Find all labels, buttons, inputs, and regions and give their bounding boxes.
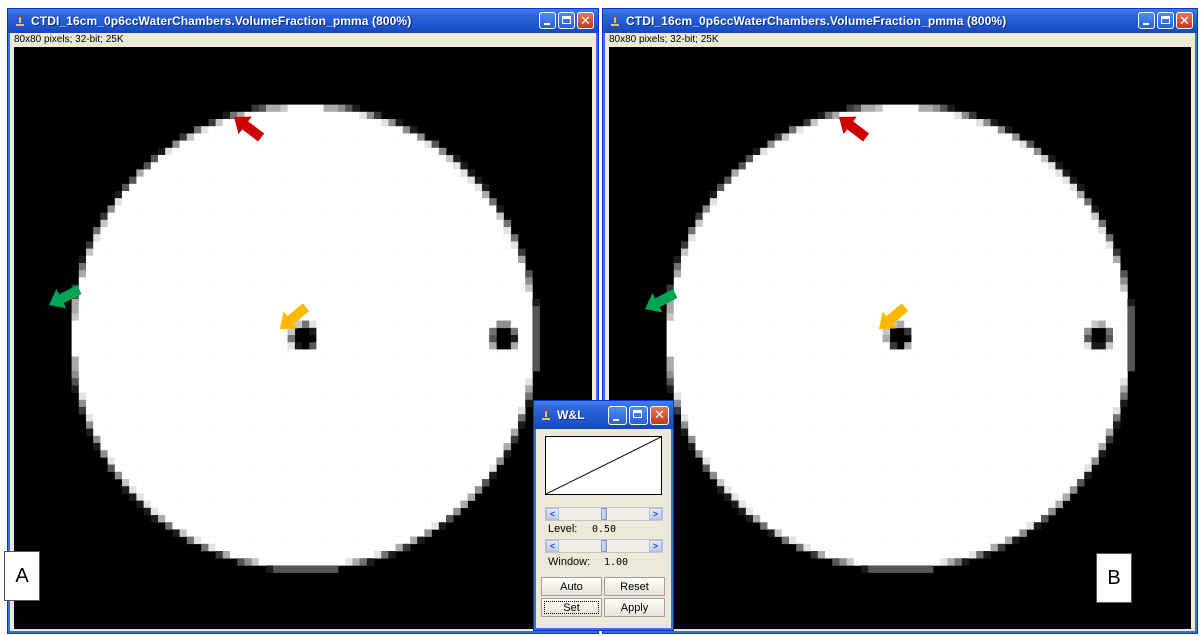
window-title: CTDI_16cm_0p6ccWaterChambers.VolumeFract… bbox=[626, 14, 1007, 28]
title-bar[interactable]: CTDI_16cm_0p6ccWaterChambers.VolumeFract… bbox=[8, 9, 598, 33]
chevron-right-icon[interactable]: > bbox=[649, 508, 662, 520]
panel-label-b: B bbox=[1096, 553, 1132, 603]
minimize-icon[interactable] bbox=[539, 12, 556, 29]
image-info: 80x80 pixels; 32-bit; 25K bbox=[609, 34, 719, 45]
chevron-right-icon[interactable]: > bbox=[649, 540, 662, 552]
reset-button[interactable]: Reset bbox=[604, 577, 665, 596]
level-label: Level: bbox=[548, 523, 578, 535]
window-label: Window: bbox=[548, 556, 591, 568]
phantom-image bbox=[49, 104, 540, 573]
title-bar[interactable]: W&L ✕ bbox=[534, 401, 673, 429]
maximize-icon[interactable] bbox=[629, 406, 648, 425]
close-icon[interactable]: ✕ bbox=[650, 406, 669, 425]
chevron-left-icon[interactable]: < bbox=[546, 508, 559, 520]
imagej-microscope-icon bbox=[12, 13, 28, 29]
window-title: CTDI_16cm_0p6ccWaterChambers.VolumeFract… bbox=[31, 14, 412, 28]
phantom-image bbox=[645, 104, 1135, 573]
panel-label-a: A bbox=[4, 551, 40, 601]
window-slider-thumb[interactable] bbox=[601, 540, 607, 552]
image-canvas[interactable] bbox=[14, 47, 592, 629]
maximize-icon[interactable] bbox=[1157, 12, 1174, 29]
auto-button[interactable]: Auto bbox=[541, 577, 602, 596]
imagej-microscope-icon bbox=[538, 407, 554, 423]
chevron-left-icon[interactable]: < bbox=[546, 540, 559, 552]
level-slider[interactable]: < > bbox=[545, 507, 663, 521]
image-canvas[interactable] bbox=[609, 47, 1191, 629]
level-slider-thumb[interactable] bbox=[601, 508, 607, 520]
level-slider-track[interactable] bbox=[559, 508, 649, 520]
dialog-title: W&L bbox=[557, 408, 585, 422]
maximize-icon[interactable] bbox=[558, 12, 575, 29]
close-icon[interactable]: ✕ bbox=[577, 12, 594, 29]
set-button[interactable]: Set bbox=[541, 598, 602, 617]
transfer-function-plot bbox=[545, 436, 662, 495]
image-info: 80x80 pixels; 32-bit; 25K bbox=[14, 34, 124, 45]
phantom-disc bbox=[666, 104, 1135, 573]
image-window-a[interactable]: CTDI_16cm_0p6ccWaterChambers.VolumeFract… bbox=[7, 8, 599, 634]
window-slider-track[interactable] bbox=[559, 540, 649, 552]
window-level-dialog[interactable]: W&L ✕ < > Level: 0.50 < > Window: 1.00 A… bbox=[533, 400, 674, 631]
imagej-microscope-icon bbox=[607, 13, 623, 29]
window-value: 1.00 bbox=[604, 557, 629, 568]
window-slider[interactable]: < > bbox=[545, 539, 663, 553]
title-bar[interactable]: CTDI_16cm_0p6ccWaterChambers.VolumeFract… bbox=[603, 9, 1197, 33]
level-value: 0.50 bbox=[592, 524, 617, 535]
phantom-disc bbox=[71, 104, 540, 573]
apply-button[interactable]: Apply bbox=[604, 598, 665, 617]
close-icon[interactable]: ✕ bbox=[1176, 12, 1193, 29]
minimize-icon[interactable] bbox=[1138, 12, 1155, 29]
image-window-b[interactable]: CTDI_16cm_0p6ccWaterChambers.VolumeFract… bbox=[602, 8, 1198, 634]
minimize-icon[interactable] bbox=[608, 406, 627, 425]
